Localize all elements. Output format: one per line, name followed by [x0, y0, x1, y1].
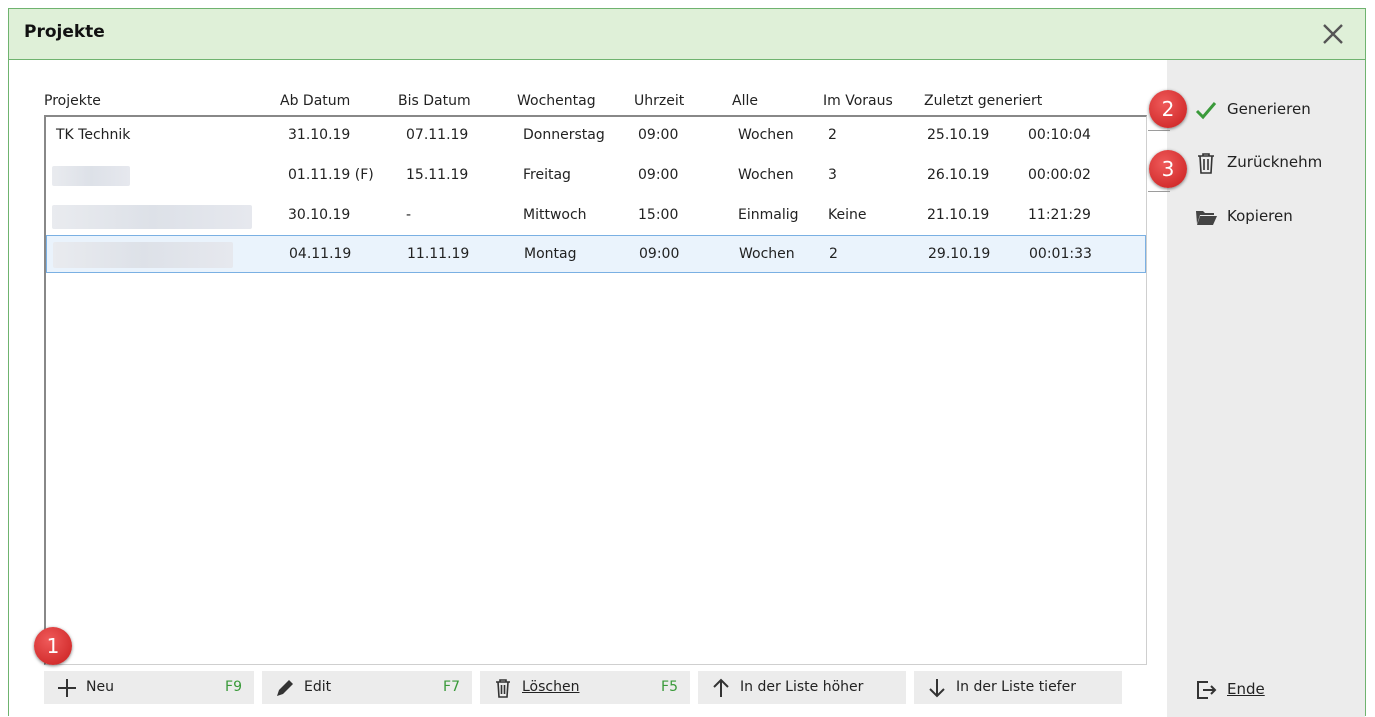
cell-uhrzeit: 15:00: [638, 207, 679, 223]
cell-im-voraus: 2: [829, 246, 838, 262]
ende-label: Ende: [1227, 680, 1265, 698]
cell-gen-datum: 29.10.19: [928, 246, 991, 262]
annotation-badge-2: 2: [1149, 90, 1187, 128]
zuruecknehmen-label: Zurücknehm: [1227, 153, 1323, 171]
cell-wochentag: Donnerstag: [523, 127, 605, 143]
ende-button[interactable]: Ende: [1170, 672, 1360, 706]
edit-button[interactable]: Edit F7: [262, 671, 472, 704]
trash-icon: [496, 679, 510, 698]
header-zuletzt-generiert[interactable]: Zuletzt generiert: [924, 93, 1042, 109]
cell-bis-datum: 07.11.19: [406, 127, 469, 143]
trash-icon: [1198, 153, 1214, 174]
edit-label: Edit: [304, 679, 332, 695]
redacted-name: [52, 205, 252, 229]
pencil-icon: [277, 680, 293, 696]
cell-gen-zeit: 11:21:29: [1028, 207, 1091, 223]
loeschen-shortcut: F5: [661, 679, 678, 695]
header-im-voraus[interactable]: Im Voraus: [823, 93, 893, 109]
header-uhrzeit[interactable]: Uhrzeit: [634, 93, 684, 109]
cell-bis-datum: 11.11.19: [407, 246, 470, 262]
cell-bis-datum: -: [406, 207, 412, 223]
table-row-selected[interactable]: 04.11.19 11.11.19 Montag 09:00 Wochen 2 …: [46, 235, 1146, 273]
table-row[interactable]: TK Technik 31.10.19 07.11.19 Donnerstag …: [46, 117, 1146, 155]
cell-wochentag: Montag: [524, 246, 577, 262]
cell-im-voraus: Keine: [828, 207, 867, 223]
cell-gen-zeit: 00:00:02: [1028, 167, 1091, 183]
cell-gen-datum: 26.10.19: [927, 167, 990, 183]
move-down-button[interactable]: In der Liste tiefer: [914, 671, 1122, 704]
cell-alle: Wochen: [738, 167, 794, 183]
loeschen-button[interactable]: Löschen F5: [480, 671, 690, 704]
divider: [1148, 130, 1170, 131]
cell-wochentag: Mittwoch: [523, 207, 587, 223]
generieren-button[interactable]: Generieren: [1170, 92, 1360, 126]
annotation-badge-3: 3: [1149, 150, 1187, 188]
cell-bis-datum: 15.11.19: [406, 167, 469, 183]
cell-gen-zeit: 00:01:33: [1029, 246, 1092, 262]
loeschen-label: Löschen: [522, 679, 580, 695]
header-ab-datum[interactable]: Ab Datum: [280, 93, 350, 109]
cell-gen-datum: 21.10.19: [927, 207, 990, 223]
projects-table: TK Technik 31.10.19 07.11.19 Donnerstag …: [44, 115, 1147, 665]
cell-ab-datum: 31.10.19: [288, 127, 351, 143]
folder-open-icon: [1196, 211, 1217, 225]
exit-icon: [1197, 681, 1217, 699]
annotation-badge-1: 1: [34, 627, 72, 665]
cell-projekt: TK Technik: [56, 127, 131, 143]
move-up-button[interactable]: In der Liste höher: [698, 671, 906, 704]
move-down-label: In der Liste tiefer: [956, 679, 1076, 695]
cell-uhrzeit: 09:00: [639, 246, 680, 262]
header-wochentag[interactable]: Wochentag: [517, 93, 596, 109]
cell-uhrzeit: 09:00: [638, 167, 679, 183]
edit-shortcut: F7: [443, 679, 460, 695]
redacted-name: [52, 166, 130, 186]
plus-icon: [58, 679, 76, 697]
zuruecknehmen-button[interactable]: Zurücknehm: [1170, 145, 1360, 179]
arrow-down-icon: [929, 679, 945, 698]
redacted-name: [53, 242, 233, 268]
table-row[interactable]: 01.11.19 (F) 15.11.19 Freitag 09:00 Woch…: [46, 157, 1146, 195]
title-bar: Projekte: [9, 9, 1365, 60]
cell-im-voraus: 3: [828, 167, 837, 183]
dialog-title: Projekte: [24, 22, 105, 42]
checkmark-icon: [1195, 102, 1217, 120]
cell-ab-datum: 01.11.19 (F): [288, 167, 374, 183]
kopieren-label: Kopieren: [1227, 207, 1293, 225]
neu-button[interactable]: Neu F9: [44, 671, 254, 704]
cell-gen-zeit: 00:10:04: [1028, 127, 1091, 143]
cell-alle: Wochen: [739, 246, 795, 262]
cell-alle: Einmalig: [738, 207, 799, 223]
table-row[interactable]: 30.10.19 - Mittwoch 15:00 Einmalig Keine…: [46, 197, 1146, 235]
header-bis-datum[interactable]: Bis Datum: [398, 93, 471, 109]
cell-im-voraus: 2: [828, 127, 837, 143]
cell-ab-datum: 30.10.19: [288, 207, 351, 223]
neu-shortcut: F9: [225, 679, 242, 695]
cell-ab-datum: 04.11.19: [289, 246, 352, 262]
cell-wochentag: Freitag: [523, 167, 571, 183]
cell-uhrzeit: 09:00: [638, 127, 679, 143]
close-icon[interactable]: [1319, 20, 1347, 48]
cell-alle: Wochen: [738, 127, 794, 143]
divider: [1148, 191, 1170, 192]
arrow-up-icon: [713, 678, 729, 697]
header-alle[interactable]: Alle: [732, 93, 758, 109]
neu-label: Neu: [86, 679, 114, 695]
kopieren-button[interactable]: Kopieren: [1170, 199, 1360, 233]
cell-gen-datum: 25.10.19: [927, 127, 990, 143]
header-projekte[interactable]: Projekte: [44, 93, 101, 109]
move-up-label: In der Liste höher: [740, 679, 864, 695]
generieren-label: Generieren: [1227, 100, 1311, 118]
